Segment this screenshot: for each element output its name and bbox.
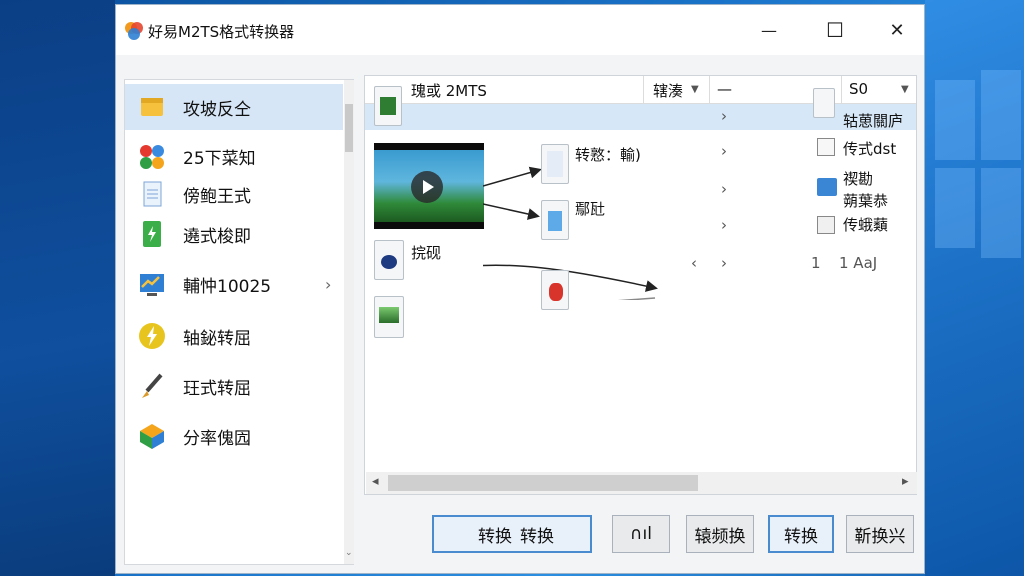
output-doc-icon	[541, 144, 569, 184]
dropdown-arrow-icon[interactable]: ▼	[901, 84, 909, 95]
windows-logo-pane	[981, 70, 1021, 160]
chevron-right-icon: ›	[325, 274, 332, 294]
desktop-background-left	[0, 0, 115, 576]
close-button[interactable]: ✕	[874, 13, 920, 47]
minimize-button[interactable]: —	[746, 13, 792, 47]
sidebar-item-label: 遶式梭即	[183, 226, 251, 247]
red-output-icon	[541, 270, 569, 310]
column-size[interactable]: —	[717, 80, 732, 98]
windows-logo-pane	[935, 168, 975, 248]
row-label: 转憝：輸)	[575, 146, 641, 164]
title-bar[interactable]: 好易M2TS格式转换器 — ☐ ✕	[116, 5, 924, 55]
number-label: 1 AaJ	[839, 254, 878, 272]
button-label: 转换	[520, 526, 554, 547]
windows-logo-pane	[981, 168, 1021, 258]
clipboard-icon	[374, 240, 404, 280]
sidebar-item-0[interactable]: 攻坡反仝	[125, 84, 343, 130]
cube-icon	[140, 424, 164, 449]
horizontal-scroll-thumb[interactable]	[388, 475, 698, 491]
close-icon: ✕	[889, 19, 905, 41]
folder-icon	[141, 98, 163, 116]
chevron-down-icon[interactable]: ⌄	[345, 548, 353, 558]
column-format[interactable]: 辖湊	[653, 80, 683, 101]
sidebar-item-label: 25下菜知	[183, 148, 256, 169]
right-list-item[interactable]: 传式dst	[843, 138, 896, 159]
right-list-item[interactable]: 传蛾蘱	[843, 214, 888, 235]
button-label: 辕频换	[694, 526, 746, 547]
desktop-background-right	[925, 0, 1024, 576]
sidebar-scroll-thumb[interactable]	[345, 104, 353, 152]
column-separator	[643, 76, 644, 104]
chevron-right-icon[interactable]: ›	[721, 142, 727, 160]
minimize-icon: —	[761, 20, 777, 40]
horizontal-scrollbar[interactable]: ◂ ▸	[366, 472, 917, 494]
column-output[interactable]: S0	[849, 80, 868, 98]
column-separator	[709, 76, 710, 104]
scroll-right-icon[interactable]: ▸	[902, 474, 909, 489]
lightning-icon	[139, 323, 165, 349]
chevron-left-icon[interactable]: ‹	[691, 254, 697, 272]
column-name[interactable]: 瑰或 2MTS	[411, 80, 487, 101]
maximize-button[interactable]: ☐	[812, 13, 858, 47]
play-icon[interactable]	[411, 171, 443, 203]
sidebar-item-7[interactable]: 分率傀囥	[125, 416, 343, 456]
sidebar: 攻坡反仝 25下菜知 傍鲍王式 遶式梭即 輔忡10025 › 轴鉍转屈 玨式转屈…	[124, 79, 354, 565]
right-list-item[interactable]: 禊勘	[843, 168, 873, 189]
sidebar-scrollbar[interactable]: ⌄	[344, 80, 354, 564]
scroll-left-icon[interactable]: ◂	[372, 474, 379, 489]
maximize-icon: ☐	[826, 18, 844, 42]
sidebar-item-label: 轴鉍转屈	[183, 328, 251, 349]
sidebar-item-label: 輔忡10025	[183, 276, 272, 297]
sidebar-item-3[interactable]: 遶式梭即	[125, 214, 343, 254]
right-list-item[interactable]: 蒴葉恭	[843, 190, 888, 211]
chevron-right-icon: ›	[721, 107, 727, 125]
green-doc-icon	[143, 221, 161, 247]
settings-button[interactable]: 靳换兴	[846, 515, 914, 553]
row-label: 捖砚	[411, 244, 442, 262]
image-file-icon	[374, 296, 404, 338]
sidebar-item-label: 傍鲍王式	[183, 186, 251, 207]
sidebar-item-4[interactable]: 輔忡10025 ›	[125, 264, 343, 304]
list-doc-icon	[374, 86, 402, 126]
chart-icon	[140, 274, 164, 296]
row-label: 鄢瓧	[575, 200, 606, 218]
right-doc-icon	[813, 88, 835, 118]
chevron-right-icon[interactable]: ›	[721, 216, 727, 234]
button-label: 转换	[478, 526, 512, 547]
sidebar-item-label: 攻坡反仝	[183, 99, 251, 120]
windows-logo-pane	[935, 80, 975, 160]
convert-button[interactable]: 转换 转换	[432, 515, 592, 553]
brush-icon	[142, 373, 163, 398]
blue-folder-icon	[817, 178, 837, 196]
button-label: 靳换兴	[854, 526, 906, 547]
sidebar-item-1[interactable]: 25下菜知	[125, 136, 343, 176]
sidebar-item-label: 分率傀囥	[183, 428, 251, 449]
sidebar-item-6[interactable]: 玨式转屈	[125, 366, 343, 406]
document-icon	[143, 181, 162, 207]
output-doc-icon	[541, 200, 569, 240]
window-title: 好易M2TS格式转换器	[148, 23, 295, 41]
video-thumbnail[interactable]	[374, 143, 484, 229]
conversion-arrows	[483, 166, 658, 300]
sidebar-item-label: 玨式转屈	[183, 378, 251, 399]
app-logo-icon	[125, 22, 143, 40]
sort-down-icon[interactable]: ▼	[691, 84, 699, 95]
sidebar-item-5[interactable]: 轴鉍转屈	[125, 316, 343, 356]
batch-convert-button[interactable]: 辕频换	[686, 515, 754, 553]
app-window: 好易M2TS格式转换器 — ☐ ✕ 攻坡反仝 25下菜知 傍鲍王式 遶式梭即 輔…	[115, 4, 925, 574]
number-label: 1	[811, 254, 821, 272]
right-list-item[interactable]: 轱葸關庐	[843, 110, 903, 131]
sidebar-item-2[interactable]: 傍鲍王式	[125, 174, 343, 214]
button-label: 转换	[784, 526, 818, 547]
file-list-panel: 瑰或 2MTS 辖湊 ▼ — S0 ▼ › 转憝：輸) › 鄢瓧 › › 捖砚 …	[364, 75, 917, 495]
folder-outline-icon	[817, 138, 835, 156]
pinwheel-icon	[140, 145, 164, 169]
column-separator	[841, 76, 842, 104]
toggle-button[interactable]: ∩ıl	[612, 515, 670, 553]
chevron-right-icon[interactable]: ›	[721, 180, 727, 198]
signal-icon: ∩ıl	[630, 524, 652, 544]
primary-convert-button[interactable]: 转换	[768, 515, 834, 553]
folder-outline-icon	[817, 216, 835, 234]
chevron-right-icon[interactable]: ›	[721, 254, 727, 272]
